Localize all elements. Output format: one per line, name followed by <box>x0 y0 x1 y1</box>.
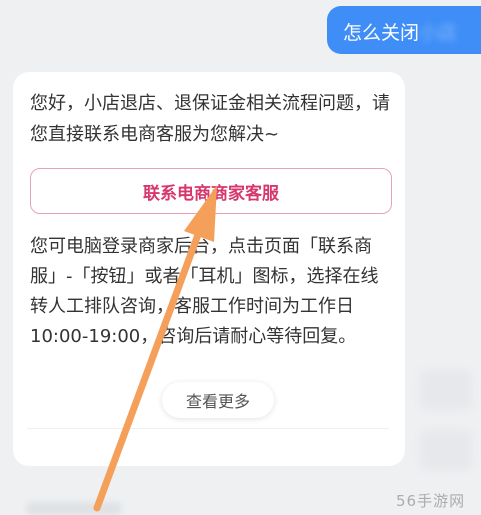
see-more-button[interactable]: 查看更多 <box>162 382 274 418</box>
card-footer-divider <box>27 428 389 445</box>
side-action-icon[interactable] <box>420 430 472 470</box>
next-message-blur <box>26 502 122 515</box>
reply-detail: 您可电脑登录商家后台，点击页面「联系商服」-「按钮」或者「耳机」图标，选择在线转… <box>30 236 379 347</box>
side-action-icon[interactable] <box>420 370 472 410</box>
reply-greeting: 您好，小店退店、退保证金相关流程问题，请您直接联系电商客服为您解决~ <box>30 93 390 145</box>
contact-merchant-service-button[interactable]: 联系电商商家客服 <box>30 168 392 214</box>
reply-card: 您好，小店退店、退保证金相关流程问题，请您直接联系电商客服为您解决~ 联系电商商… <box>13 72 405 466</box>
watermark: 56手游网 <box>396 492 466 510</box>
user-message-blurred-text: 小店 <box>419 22 458 44</box>
user-message-bubble: 怎么关闭小店 <box>327 6 481 54</box>
user-message-text: 怎么关闭 <box>343 22 420 44</box>
